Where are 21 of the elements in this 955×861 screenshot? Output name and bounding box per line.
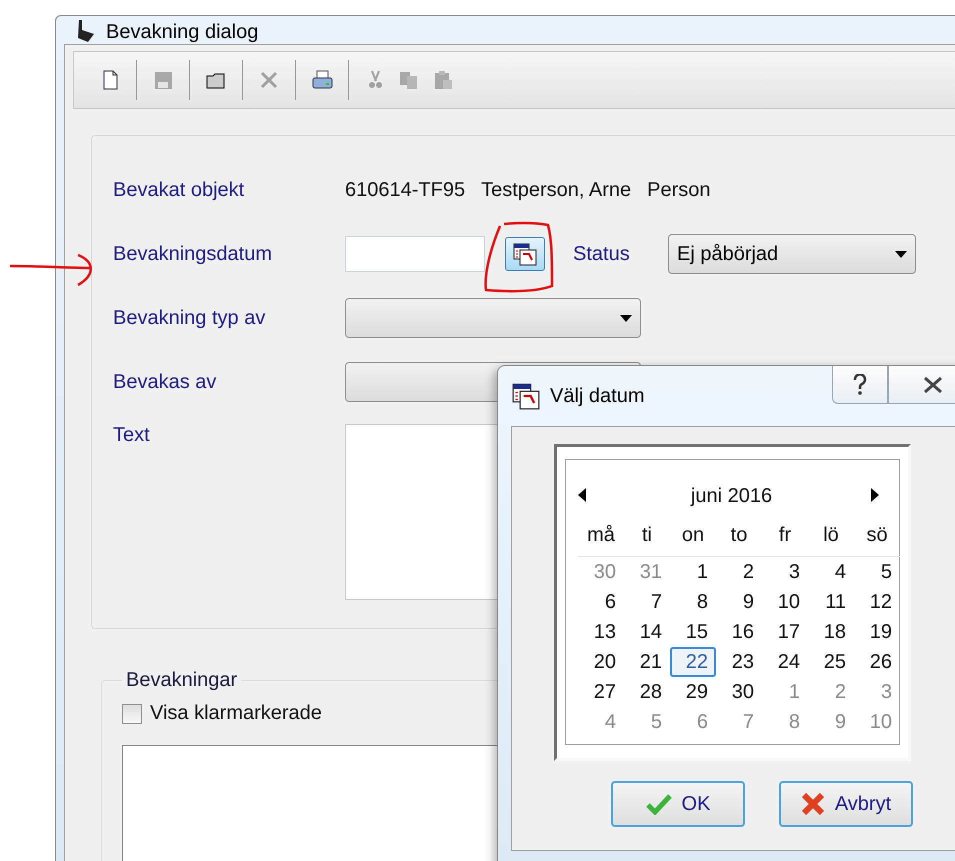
field-label: Bevakat objekt — [113, 178, 246, 202]
object-id: 610614-TF95 — [345, 178, 466, 202]
object-name: Testperson, Arne — [481, 178, 632, 202]
field-label: Bevakningsdatum — [113, 242, 273, 266]
field-label: Bevakas av — [113, 370, 218, 394]
checkbox-label: Visa klarmarkerade — [150, 702, 322, 725]
month-title: juni 2016 — [690, 484, 772, 508]
weekday-header: sö — [854, 524, 900, 557]
group-title: Bevakningar — [125, 669, 238, 692]
field-label: Text — [113, 424, 151, 447]
dialog-title: Välj datum — [550, 384, 644, 408]
weekday-header: fr — [762, 524, 808, 557]
weekday-header: on — [670, 524, 716, 557]
field-label: Status — [573, 242, 631, 266]
field-label: Bevakning typ av — [113, 306, 266, 330]
weekday-header: to — [716, 524, 762, 557]
weekday-header: ti — [624, 524, 670, 557]
weekday-header: må — [578, 524, 624, 557]
object-type: Person — [647, 178, 711, 202]
window-title: Bevakning dialog — [106, 20, 258, 44]
weekday-header: lö — [808, 524, 854, 557]
